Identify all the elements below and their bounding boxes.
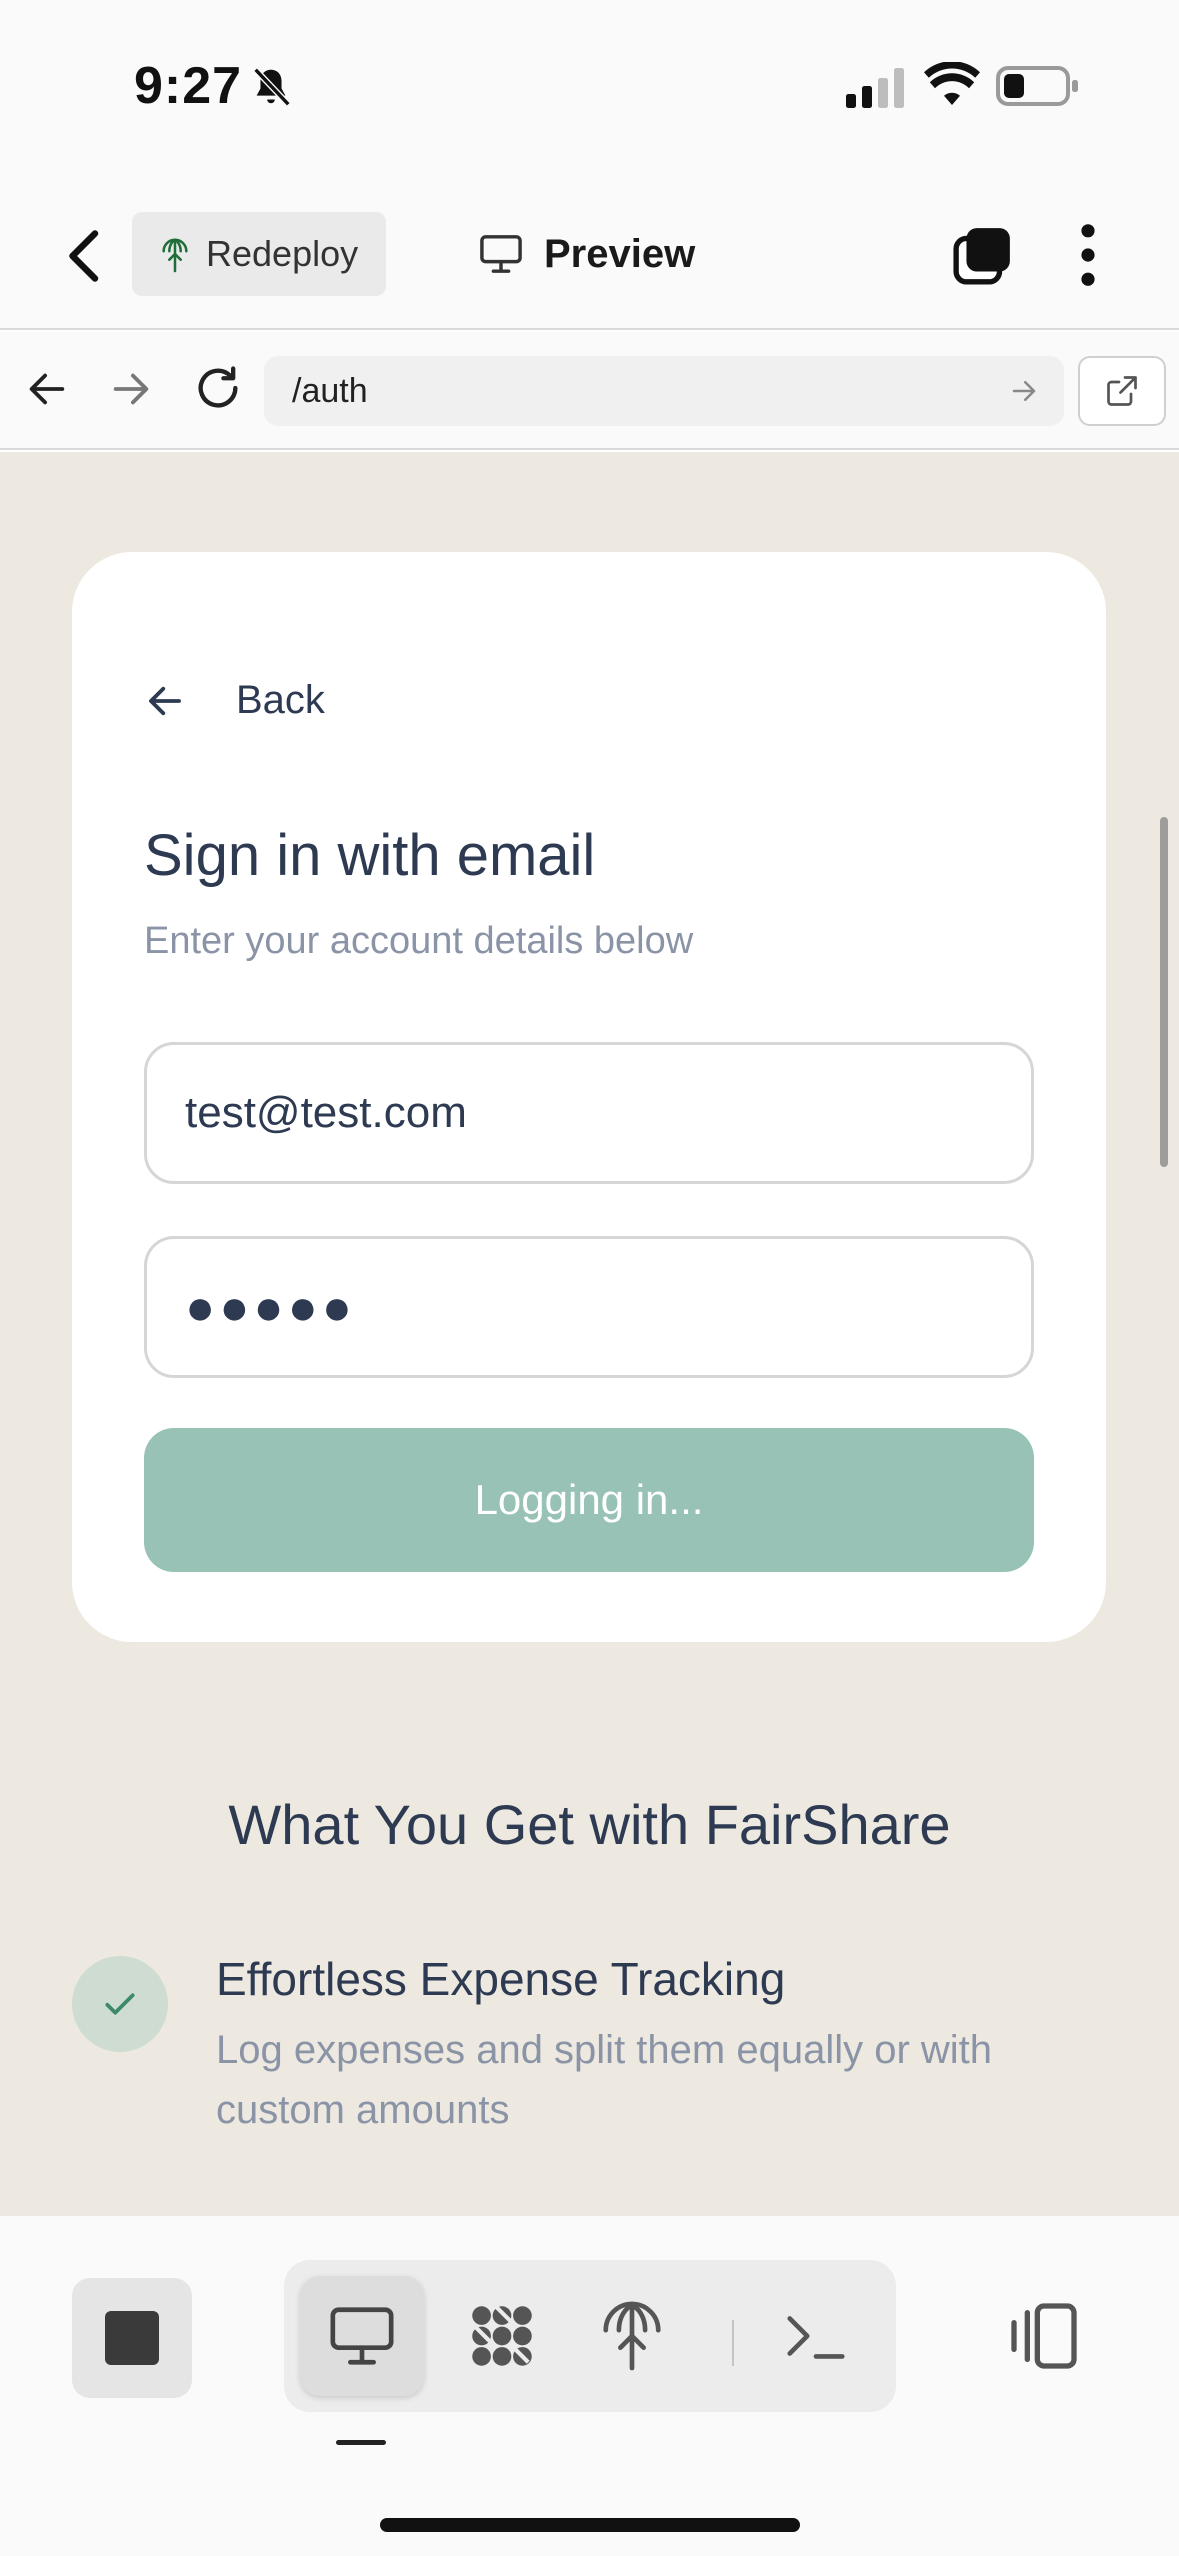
- go-arrow-icon[interactable]: [1008, 376, 1040, 406]
- arrow-left-icon[interactable]: [24, 366, 70, 412]
- more-options-icon[interactable]: [1068, 222, 1108, 288]
- wifi-icon: [924, 62, 980, 105]
- scrollbar[interactable]: [1160, 817, 1168, 1167]
- deploy-antenna-icon: [603, 2301, 661, 2371]
- back-link[interactable]: Back: [144, 678, 325, 723]
- bottom-toolbar: [0, 2216, 1179, 2556]
- redeploy-button[interactable]: Redeploy: [132, 212, 386, 296]
- email-field[interactable]: test@test.com: [144, 1042, 1034, 1184]
- tabs-overview-icon[interactable]: [952, 224, 1014, 286]
- email-value: test@test.com: [185, 1088, 467, 1137]
- url-input[interactable]: /auth: [264, 356, 1064, 426]
- feature-title: Effortless Expense Tracking: [216, 1953, 786, 2005]
- active-tab-indicator: [336, 2440, 386, 2445]
- preview-tab[interactable]: Preview: [478, 224, 695, 284]
- arrow-left-icon: [149, 686, 181, 715]
- arrow-right-icon[interactable]: [108, 366, 154, 412]
- preview-view-button[interactable]: [300, 2276, 424, 2396]
- feature-check-badge: [72, 1956, 168, 2052]
- cellular-signal-icon: [846, 68, 904, 108]
- status-time: 9:27: [134, 57, 243, 115]
- workflow-blobs-icon: [472, 2305, 532, 2366]
- open-external-button[interactable]: [1078, 356, 1166, 426]
- shell-view-button[interactable]: [754, 2276, 878, 2396]
- deploy-view-button[interactable]: [570, 2276, 694, 2396]
- login-button[interactable]: Logging in...: [144, 1428, 1034, 1572]
- segment-divider: [732, 2320, 734, 2366]
- terminal-icon: [787, 2316, 845, 2359]
- web-content: Back Sign in with email Enter your accou…: [0, 452, 1179, 2216]
- redeploy-label: Redeploy: [206, 233, 359, 274]
- deploy-antenna-icon: [162, 238, 188, 273]
- page-title: Sign in with email: [144, 823, 596, 888]
- browser-bar: /auth: [0, 332, 1179, 450]
- password-value: ●●●●●: [185, 1279, 357, 1335]
- page-subtitle: Enter your account details below: [144, 920, 694, 962]
- password-field[interactable]: ●●●●●: [144, 1236, 1034, 1378]
- monitor-icon: [480, 235, 522, 273]
- checkmark-icon: [105, 1993, 135, 2015]
- url-text: /auth: [292, 371, 368, 410]
- monitor-icon: [330, 2307, 394, 2365]
- split-panel-icon[interactable]: [1004, 2296, 1084, 2376]
- chevron-left-icon[interactable]: [60, 226, 110, 286]
- login-button-label: Logging in...: [474, 1476, 704, 1523]
- stop-icon: [105, 2311, 159, 2365]
- view-switcher: [284, 2260, 896, 2412]
- features-heading: What You Get with FairShare: [228, 1793, 951, 1856]
- external-link-icon: [1107, 376, 1137, 406]
- bell-muted-icon: [253, 67, 291, 107]
- workflow-view-button[interactable]: [440, 2276, 564, 2396]
- sign-in-card: Back Sign in with email Enter your accou…: [72, 552, 1106, 1642]
- status-bar: 9:27: [0, 0, 1179, 180]
- stop-button[interactable]: [72, 2278, 192, 2398]
- reload-icon[interactable]: [192, 362, 244, 414]
- preview-label: Preview: [544, 231, 696, 276]
- home-indicator: [380, 2518, 800, 2532]
- back-label: Back: [236, 678, 325, 722]
- feature-description: Log expenses and split them equally or w…: [216, 2028, 993, 2132]
- battery-icon: [996, 66, 1078, 106]
- app-toolbar: Redeploy Preview: [0, 180, 1179, 330]
